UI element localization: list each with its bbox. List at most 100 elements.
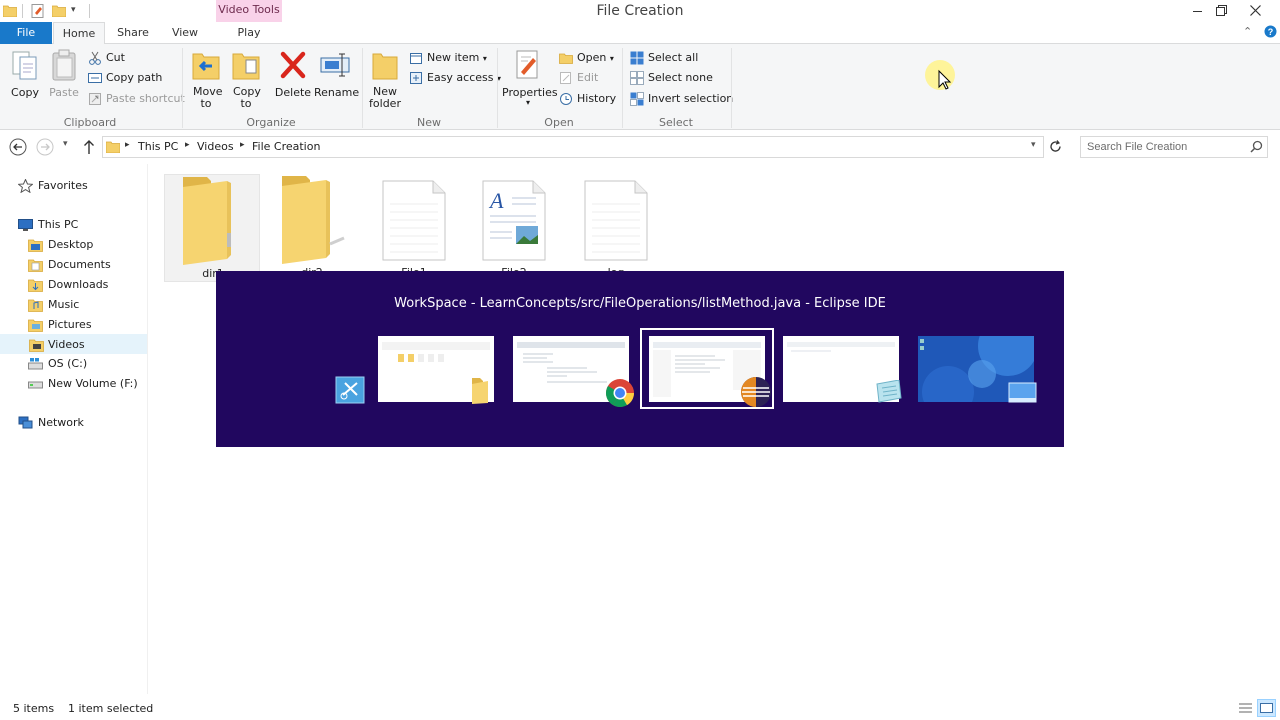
open-button[interactable]: Open ▾ [557,48,614,68]
tab-file[interactable]: File [0,22,52,44]
large-icons-view-button[interactable] [1257,699,1276,717]
file-item-file1[interactable]: File1 [366,174,462,282]
select-all-button[interactable]: Select all [628,48,698,68]
nav-this-pc[interactable]: This PC [0,215,147,235]
file-item-file2[interactable]: A File2 [466,174,562,282]
copy-to-label: Copy to [233,85,261,110]
search-icon[interactable] [1250,140,1263,156]
organize-group-label: Organize [246,116,296,129]
invert-selection-button[interactable]: Invert selection [628,89,733,109]
new-item-button[interactable]: New item ▾ [407,48,487,68]
easy-access-icon [409,71,423,85]
address-dropdown-icon[interactable]: ▾ [1031,140,1036,150]
svg-text:?: ? [1268,27,1274,37]
eclipse-icon [740,376,772,411]
svg-text:A: A [488,188,504,213]
window-thumbnail-chrome[interactable] [513,336,634,407]
nav-desktop[interactable]: Desktop [0,235,147,255]
tab-home[interactable]: Home [53,22,105,45]
restore-button[interactable] [1210,2,1232,20]
wordpad-document-icon: A [482,180,546,265]
nav-network-label: Network [38,416,84,429]
nav-new-volume-f[interactable]: New Volume (F:) [0,374,147,394]
nav-os-c-label: OS (C:) [48,357,88,370]
window-thumbnail-eclipse[interactable] [649,336,771,407]
delete-label: Delete [274,86,312,99]
nav-network[interactable]: Network [0,413,147,433]
move-to-button[interactable]: Move to [188,48,224,110]
nav-documents[interactable]: Documents [0,255,147,275]
forward-button[interactable] [36,138,54,159]
nav-downloads[interactable]: Downloads [0,275,147,295]
breadcrumb-separator-icon[interactable]: ▸ [125,140,130,150]
minimize-button[interactable] [1186,2,1208,20]
nav-videos[interactable]: Videos [0,334,147,354]
documents-folder-icon [28,258,43,272]
switcher-window-title: WorkSpace - LearnConcepts/src/FileOperat… [394,296,886,311]
select-all-label: Select all [648,51,699,64]
copy-button[interactable]: Copy [6,48,44,99]
search-box[interactable] [1080,136,1268,158]
recent-locations-dropdown-icon[interactable]: ▾ [63,139,68,149]
cut-button[interactable]: Cut [86,48,125,68]
network-icon [18,416,33,430]
blank-file-icon [382,180,446,265]
select-group-label: Select [659,116,693,129]
nav-os-c[interactable]: OS (C:) [0,354,147,374]
refresh-button[interactable] [1048,139,1063,157]
window-thumbnail-file-explorer[interactable] [378,336,494,404]
help-icon[interactable]: ? [1264,25,1277,41]
history-button[interactable]: History [557,89,616,109]
breadcrumb-this-pc[interactable]: This PC [138,140,178,153]
nav-favorites[interactable]: Favorites [0,176,147,196]
title-bar: ▾ Video Tools File Creation [0,0,1280,22]
delete-button[interactable]: Delete [274,48,312,99]
breadcrumb-videos[interactable]: Videos [197,140,234,153]
file-item-dir2[interactable]: dir2 [264,174,360,282]
nav-music[interactable]: Music [0,295,147,315]
ribbon-separator [182,48,183,128]
copy-path-button[interactable]: Copy path [86,68,162,88]
notepad-icon [873,379,903,407]
search-input[interactable] [1087,139,1247,155]
folder-icon [272,174,352,267]
new-folder-icon [369,48,401,82]
rename-button[interactable]: Rename [314,48,359,99]
snipping-tool-icon[interactable] [335,375,367,408]
paste-button[interactable]: Paste [46,48,82,99]
dropdown-arrow-icon: ▾ [482,54,487,63]
task-switcher: WorkSpace - LearnConcepts/src/FileOperat… [216,271,1064,447]
file-item-log[interactable]: log [568,174,664,282]
breadcrumb-file-creation[interactable]: File Creation [252,140,320,153]
mouse-pointer-icon [924,59,956,91]
blank-file-icon [584,180,648,265]
ribbon-separator [362,48,363,128]
tab-share[interactable]: Share [110,22,156,44]
new-folder-button[interactable]: New folder [367,48,403,110]
breadcrumb-separator-icon[interactable]: ▸ [185,140,190,150]
properties-button[interactable]: Properties ▾ [502,48,558,107]
close-button[interactable] [1244,2,1266,20]
clipboard-group-label: Clipboard [63,116,117,129]
address-bar[interactable]: ▸ This PC ▸ Videos ▸ File Creation ▾ [102,136,1044,158]
tab-play[interactable]: Play [216,22,282,44]
details-view-button[interactable] [1238,701,1253,718]
window-thumbnail-notepad[interactable] [783,336,902,403]
paste-shortcut-button[interactable]: Paste shortcut [86,89,185,109]
tab-view[interactable]: View [162,22,208,44]
window-thumbnail-desktop[interactable] [918,336,1037,403]
chrome-icon [605,378,635,411]
breadcrumb-separator-icon[interactable]: ▸ [240,140,245,150]
up-button[interactable] [82,139,96,158]
file-item-dir1[interactable]: dir1 [164,174,260,282]
file-explorer-icon [470,374,496,407]
edit-button[interactable]: Edit [557,68,598,88]
back-button[interactable] [9,138,27,159]
select-all-icon [630,51,644,65]
history-label: History [577,92,617,105]
select-none-button[interactable]: Select none [628,68,713,88]
easy-access-button[interactable]: Easy access ▾ [407,68,501,88]
collapse-ribbon-icon[interactable]: ⌃ [1243,25,1252,38]
nav-pictures[interactable]: Pictures [0,315,147,335]
copy-to-button[interactable]: Copy to [228,48,264,110]
